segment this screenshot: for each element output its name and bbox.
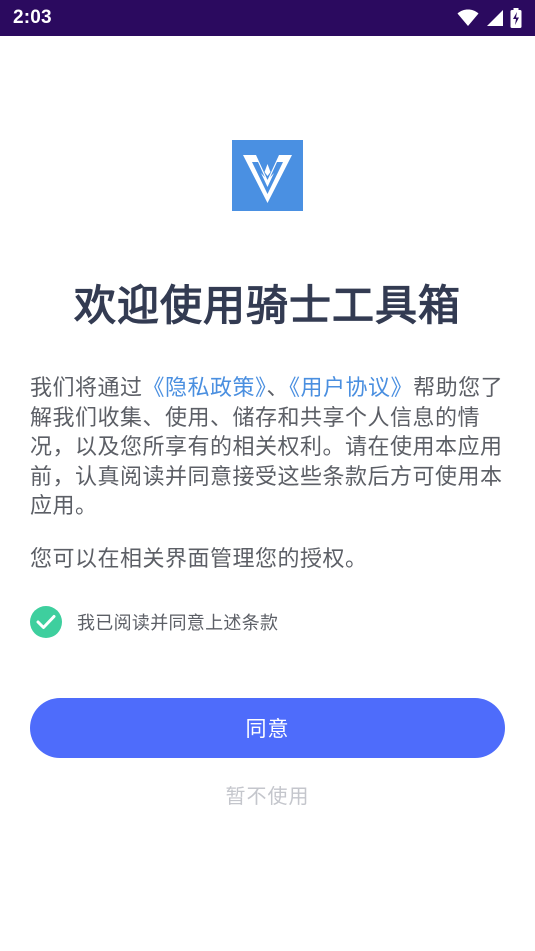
knight-logo-icon — [232, 140, 303, 211]
decline-button[interactable]: 暂不使用 — [0, 780, 535, 809]
checkbox-checked-icon[interactable] — [30, 606, 62, 638]
consent-label: 我已阅读并同意上述条款 — [77, 613, 279, 634]
status-bar: 2:03 — [0, 0, 535, 36]
signal-icon — [485, 9, 504, 27]
intro-text-before: 我们将通过 — [30, 376, 143, 401]
consent-checkbox-row[interactable]: 我已阅读并同意上述条款 — [30, 606, 278, 638]
link-separator: 、 — [266, 376, 290, 401]
user-agreement-link[interactable]: 《用户协议》 — [289, 376, 413, 401]
privacy-policy-link[interactable]: 《隐私政策》 — [143, 376, 267, 401]
welcome-title: 欢迎使用骑士工具箱 — [73, 281, 461, 330]
wifi-icon — [457, 9, 479, 27]
privacy-intro-text: 我们将通过《隐私政策》、《用户协议》帮助您了解我们收集、使用、储存和共享个人信息… — [30, 374, 508, 522]
status-icons — [457, 8, 522, 28]
app-logo — [232, 140, 303, 211]
authorization-note: 您可以在相关界面管理您的授权。 — [30, 547, 368, 572]
agree-button[interactable]: 同意 — [30, 698, 505, 758]
battery-charging-icon — [510, 8, 522, 28]
status-time: 2:03 — [13, 7, 52, 28]
